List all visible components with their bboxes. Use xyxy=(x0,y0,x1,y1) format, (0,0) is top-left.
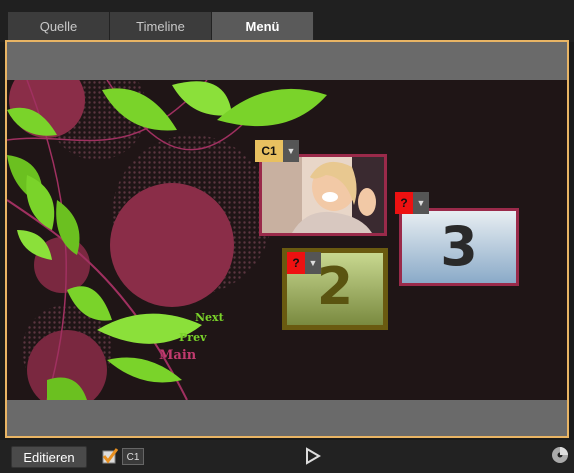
menu-link-next[interactable]: Next xyxy=(195,311,224,324)
tab-bar: Quelle Timeline Menü xyxy=(0,0,574,42)
bottom-toolbar: Editieren C1 xyxy=(0,440,574,473)
chevron-down-icon[interactable]: ▼ xyxy=(413,192,429,214)
unlinked-badge-label: ? xyxy=(287,252,305,274)
button-number-3: 3 xyxy=(440,215,478,278)
tab-quelle[interactable]: Quelle xyxy=(8,12,110,42)
edit-button[interactable]: Editieren xyxy=(11,446,87,468)
video-thumbnail-image xyxy=(262,157,384,233)
chevron-down-icon[interactable]: ▼ xyxy=(283,140,299,162)
unlinked-badge-2[interactable]: ? ▼ xyxy=(287,252,321,274)
chevron-down-icon[interactable]: ▼ xyxy=(305,252,321,274)
menu-link-prev[interactable]: Prev xyxy=(179,331,206,344)
disc-icon[interactable] xyxy=(551,446,569,464)
chapter-badge-c1[interactable]: C1 ▼ xyxy=(255,140,299,162)
menu-link-main[interactable]: Main xyxy=(159,348,196,363)
chapter-badge-label: C1 xyxy=(255,140,283,162)
chapter-indicator: C1 xyxy=(122,448,144,465)
menu-button-3[interactable]: 3 xyxy=(399,208,519,286)
unlinked-badge-3[interactable]: ? ▼ xyxy=(395,192,429,214)
menu-button-video-thumbnail[interactable] xyxy=(259,154,387,236)
play-icon[interactable] xyxy=(305,447,321,465)
tab-menu[interactable]: Menü xyxy=(212,12,314,42)
unlinked-badge-label: ? xyxy=(395,192,413,214)
checkbox-checked-icon[interactable] xyxy=(102,448,118,464)
menu-canvas: Next Prev Main C1 ▼ 3 ? ▼ 2 ? ▼ xyxy=(7,80,567,400)
tab-timeline[interactable]: Timeline xyxy=(110,12,212,42)
